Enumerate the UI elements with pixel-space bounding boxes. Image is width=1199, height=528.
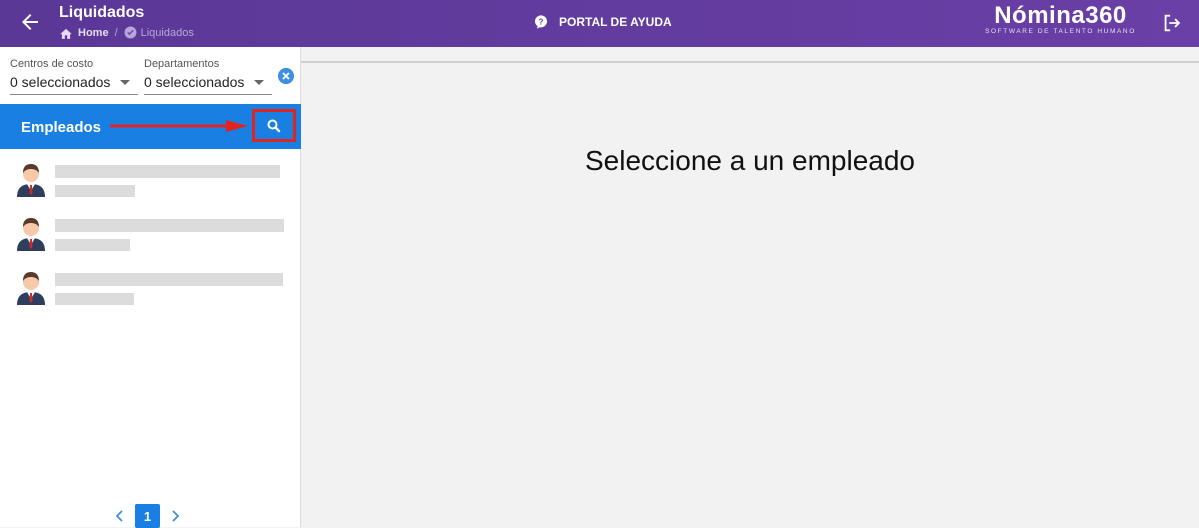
employee-sidebar: Centros de costo 0 seleccionados Departa…	[0, 47, 301, 528]
main-panel: Seleccione a un empleado	[301, 47, 1199, 527]
logout-icon[interactable]	[1161, 12, 1183, 34]
pagination: 1	[113, 504, 182, 528]
breadcrumb-separator: /	[114, 26, 118, 39]
departments-label: Departamentos	[144, 58, 220, 70]
breadcrumb-home-label: Home	[78, 26, 109, 39]
cost-centers-filter[interactable]: Centros de costo 0 seleccionados	[10, 58, 138, 95]
breadcrumb-home[interactable]: Home	[59, 27, 109, 39]
filters-bar: Centros de costo 0 seleccionados Departa…	[0, 47, 301, 104]
employee-avatar-icon	[17, 218, 45, 251]
page-title: Liquidados	[59, 4, 145, 21]
brand-logo: Nómina360 SOFTWARE DE TALENTO HUMANO	[978, 2, 1143, 35]
svg-text:?: ?	[539, 17, 544, 26]
cost-centers-underline	[10, 94, 138, 95]
logo-tagline: SOFTWARE DE TALENTO HUMANO	[985, 28, 1136, 35]
empty-state-message: Seleccione a un empleado	[584, 145, 915, 176]
help-portal-label: PORTAL DE AYUDA	[559, 15, 672, 29]
cost-centers-select[interactable]: 0 seleccionados	[10, 74, 138, 90]
back-arrow-icon[interactable]	[18, 10, 42, 34]
main-divider	[301, 61, 1199, 63]
breadcrumb-current-label: Liquidados	[140, 26, 194, 39]
employee-detail-placeholder	[55, 293, 134, 305]
employee-detail-placeholder	[55, 185, 135, 197]
breadcrumb-current: Liquidados	[124, 26, 194, 39]
list-item[interactable]	[0, 157, 301, 211]
cost-centers-value: 0 seleccionados	[10, 74, 111, 90]
list-item[interactable]	[0, 265, 301, 319]
page-number-button[interactable]: 1	[135, 504, 160, 528]
top-bar: Liquidados Home / Liquidados ? PORTAL DE…	[0, 0, 1199, 47]
chevron-left-icon[interactable]	[113, 509, 127, 523]
help-portal-link[interactable]: ? PORTAL DE AYUDA	[533, 14, 672, 30]
departments-filter[interactable]: Departamentos 0 seleccionados	[144, 58, 272, 95]
employees-title: Empleados	[21, 119, 102, 136]
chevron-down-icon	[120, 79, 131, 85]
employee-avatar-icon	[17, 164, 45, 197]
departments-value: 0 seleccionados	[144, 74, 245, 90]
help-icon: ?	[535, 15, 547, 29]
employee-avatar-icon	[17, 272, 45, 305]
employee-name-placeholder	[55, 273, 283, 286]
employee-name-placeholder	[55, 219, 284, 232]
check-circle-icon	[124, 26, 137, 39]
chevron-right-icon[interactable]	[168, 509, 182, 523]
chevron-down-icon	[254, 79, 265, 85]
breadcrumb: Home / Liquidados	[59, 26, 194, 39]
search-icon[interactable]	[259, 115, 289, 137]
red-arrow-annotation	[110, 120, 248, 132]
clear-filters-icon[interactable]	[278, 68, 294, 84]
employee-detail-placeholder	[55, 239, 130, 251]
employees-header: Empleados	[0, 104, 301, 149]
departments-underline	[144, 94, 272, 95]
home-icon	[60, 28, 72, 39]
departments-select[interactable]: 0 seleccionados	[144, 74, 272, 90]
employee-name-placeholder	[55, 165, 280, 178]
cost-centers-label: Centros de costo	[10, 58, 94, 70]
logo-main-text: Nómina360	[994, 2, 1127, 29]
list-item[interactable]	[0, 211, 301, 265]
